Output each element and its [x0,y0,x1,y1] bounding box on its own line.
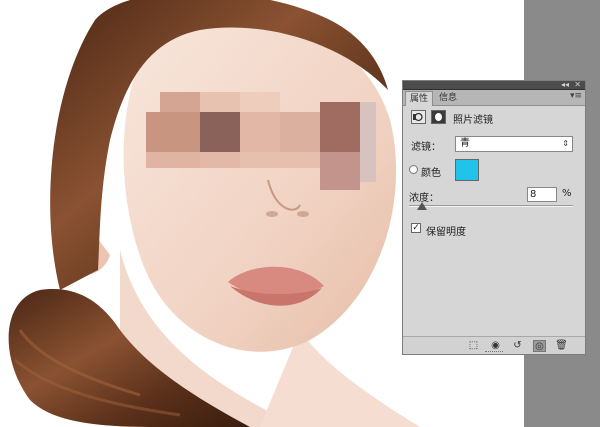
updown-arrow-icon: ⇕ [562,139,569,148]
slider-thumb[interactable] [417,202,428,210]
color-swatch[interactable] [455,159,479,181]
adjustment-title: 照片滤镜 [453,115,493,126]
resize-grip[interactable] [485,351,503,354]
filter-label: 滤镜： [411,142,441,153]
adjustment-header: 照片滤镜 [409,109,579,127]
reset-icon[interactable]: ↺ [511,340,524,352]
preserve-luminosity-label: 保留明度 [426,227,466,238]
layer-mask-icon[interactable] [431,110,446,124]
adjustment-layer-icon[interactable] [411,110,426,124]
preserve-luminosity-row: ✓ 保留明度 [409,221,579,238]
density-unit: % [562,188,572,199]
eye-mosaic [146,92,376,190]
panel-titlebar[interactable]: ◂◂ ✕ [403,80,585,90]
color-radio[interactable] [409,165,418,174]
color-row: 颜色 [409,159,579,181]
preserve-luminosity-checkbox[interactable]: ✓ [411,223,421,233]
color-label: 颜色 [421,168,441,179]
filter-row: 滤镜： 青 ⇕ [409,136,579,153]
trash-icon[interactable]: 🗑 [555,340,568,352]
panel-menu-icon[interactable]: ▾≡ [570,91,582,101]
density-slider[interactable] [409,202,579,214]
filter-value: 青 [460,138,470,149]
filter-select[interactable]: 青 ⇕ [455,136,573,152]
properties-panel: ◂◂ ✕ 属性 信息 ▾≡ 照片滤镜 滤镜： 青 ⇕ 颜色 浓度： 8 % ✓ [402,80,586,355]
clip-to-layer-icon[interactable]: ⬚ [467,340,480,352]
tab-properties[interactable]: 属性 [405,91,434,106]
density-row: 浓度： 8 % [409,187,579,204]
visibility-icon[interactable]: ◎ [533,340,546,352]
tab-info[interactable]: 信息 [435,91,461,106]
panel-tabs: 属性 信息 ▾≡ [403,90,585,106]
slider-track[interactable] [409,205,573,207]
density-input[interactable]: 8 [527,187,557,202]
panel-bottom-bar: ⬚ ◉ ↺ ◎ 🗑 [403,336,585,354]
